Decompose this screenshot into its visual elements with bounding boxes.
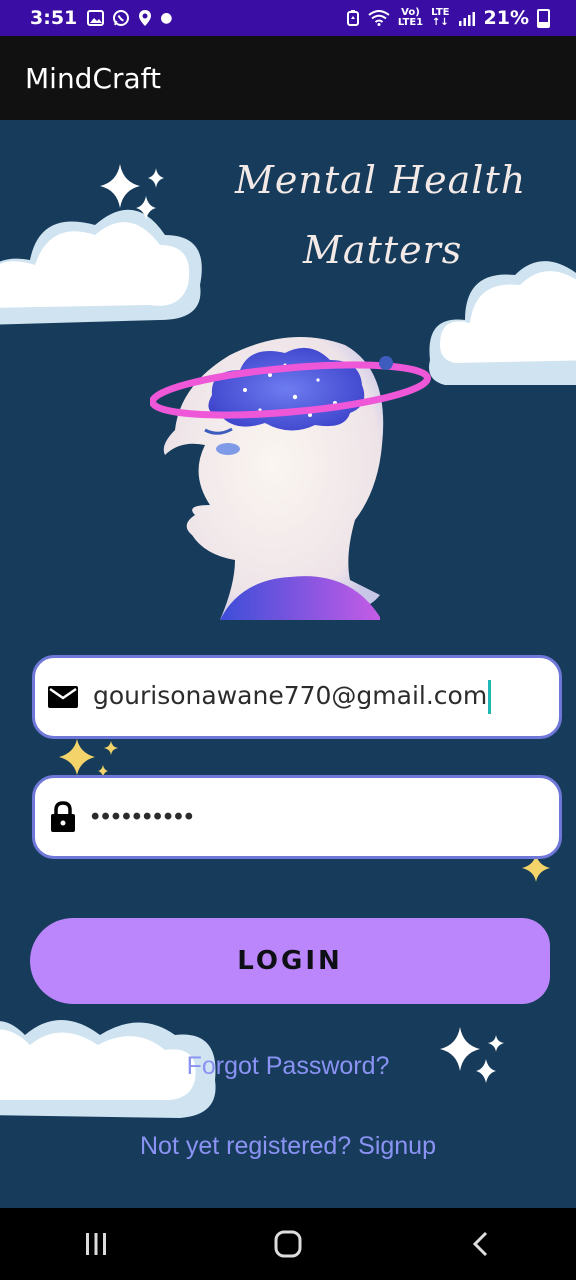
status-right: Vo) LTE1 LTE ↑↓ 21% xyxy=(346,0,550,36)
headline-line-1: Mental Health xyxy=(235,158,527,202)
forgot-password-link[interactable]: Forgot Password? xyxy=(0,1052,576,1081)
location-icon xyxy=(139,10,152,26)
lock-icon xyxy=(47,801,79,833)
app-bar: MindCraft xyxy=(0,36,576,120)
network-bottom-label: LTE1 xyxy=(397,17,424,28)
text-cursor xyxy=(488,680,492,714)
data-saver-icon xyxy=(346,10,359,26)
lte-indicator: LTE ↑↓ xyxy=(431,8,449,28)
back-icon xyxy=(472,1231,488,1257)
recent-apps-button[interactable] xyxy=(66,1214,126,1274)
network-type: Vo) LTE1 xyxy=(398,8,423,28)
headline-line-2: Matters xyxy=(303,228,463,272)
email-field[interactable]: gourisonawane770@gmail.com xyxy=(32,655,562,739)
home-icon xyxy=(274,1230,302,1258)
wifi-icon xyxy=(368,10,390,26)
status-time: 3:51 xyxy=(30,7,78,29)
sparkle-icon xyxy=(100,164,164,220)
email-icon xyxy=(47,681,79,713)
sparkle-gold-left-icon xyxy=(59,739,118,777)
password-input[interactable]: •••••••••• xyxy=(91,803,195,831)
battery-percent: 21% xyxy=(483,7,529,29)
email-input[interactable]: gourisonawane770@gmail.com xyxy=(93,680,492,714)
home-button[interactable] xyxy=(258,1214,318,1274)
data-arrows-icon: ↑↓ xyxy=(431,17,449,28)
email-value: gourisonawane770@gmail.com xyxy=(93,681,488,710)
status-bar: 3:51 ● Vo) LTE1 LTE ↑↓ 21% xyxy=(0,0,576,36)
gallery-icon xyxy=(87,10,105,26)
login-button[interactable]: LOGIN xyxy=(30,918,550,1004)
whatsapp-icon xyxy=(113,10,130,26)
recent-apps-icon xyxy=(86,1233,106,1255)
status-left-icons: ● xyxy=(87,9,172,27)
back-button[interactable] xyxy=(450,1214,510,1274)
signal-icon xyxy=(458,11,475,26)
system-nav-bar xyxy=(0,1208,576,1280)
password-field[interactable]: •••••••••• xyxy=(32,775,562,859)
signup-link[interactable]: Not yet registered? Signup xyxy=(0,1132,576,1161)
mental-health-head-illustration xyxy=(150,337,431,620)
notification-dot-icon: ● xyxy=(160,10,173,26)
battery-icon xyxy=(537,8,550,28)
login-screen: Mental Health Matters gourisonawane770@g… xyxy=(0,120,576,1208)
app-title: MindCraft xyxy=(25,61,162,95)
